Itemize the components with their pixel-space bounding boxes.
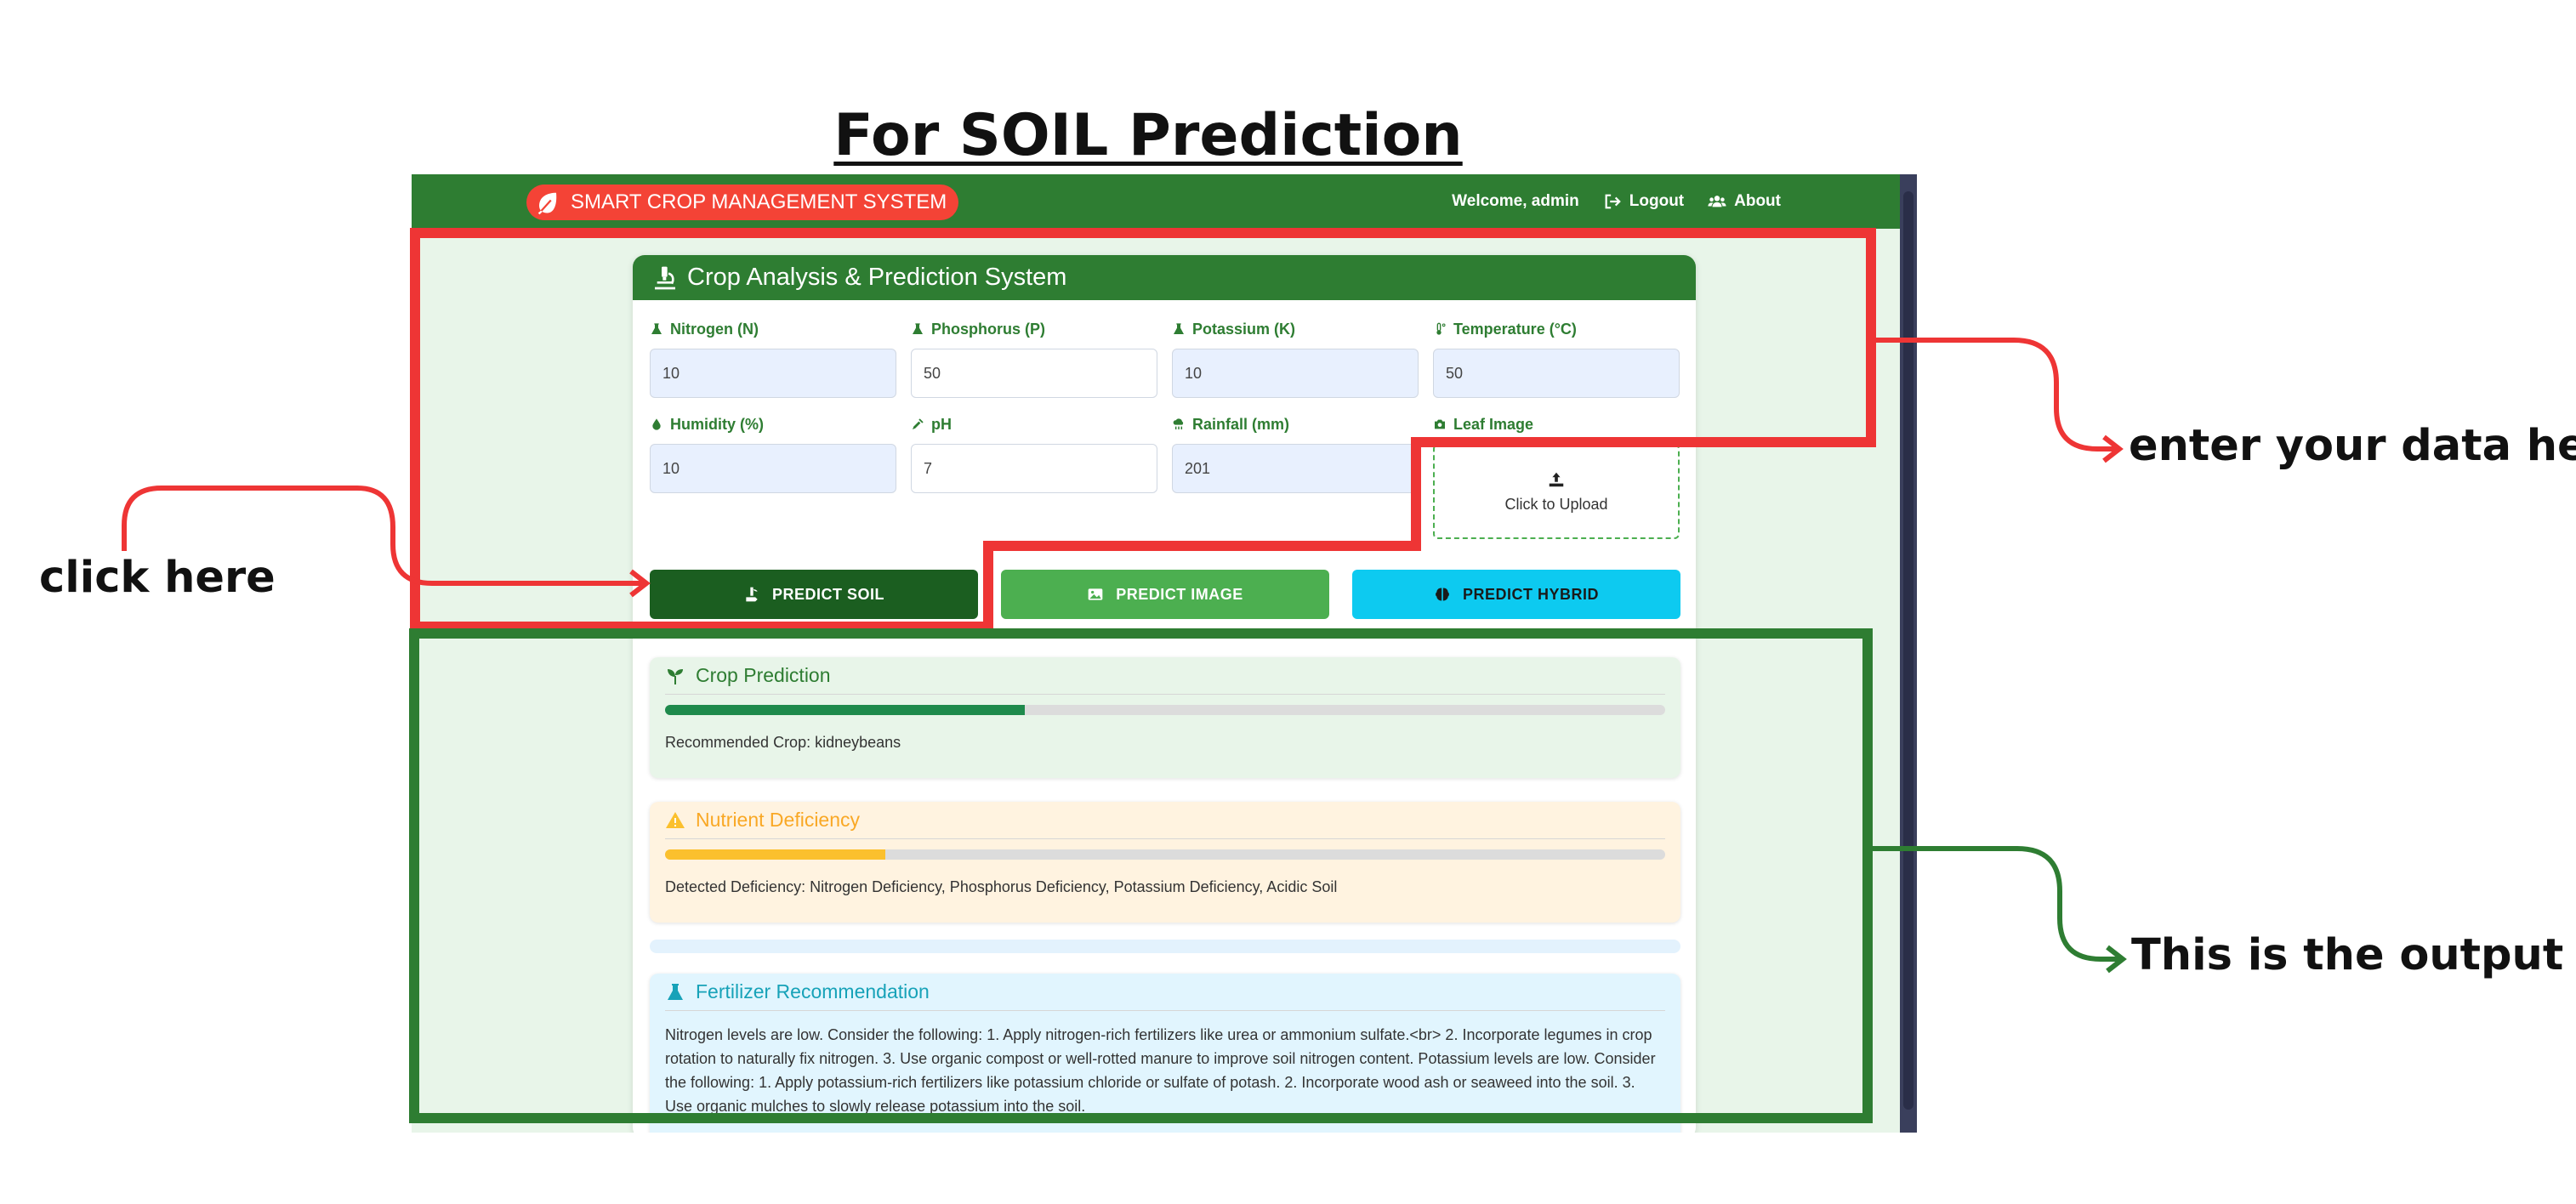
potassium-label: Potassium (K) (1172, 318, 1419, 340)
eyedropper-icon (913, 418, 924, 429)
potassium-label-text: Potassium (K) (1192, 320, 1296, 338)
rainfall-label: Rainfall (mm) (1172, 413, 1419, 435)
fertilizer-recommendation-panel: Fertilizer Recommendation Nitrogen level… (650, 974, 1680, 1133)
nitrogen-field-group: Nitrogen (N) (650, 318, 896, 398)
logout-icon (1605, 194, 1621, 209)
phosphorus-input[interactable] (911, 349, 1157, 398)
brand-name: SMART CROP MANAGEMENT SYSTEM (571, 190, 947, 213)
warning-icon (666, 811, 685, 828)
fertilizer-recommendation-text: Nitrogen levels are low. Consider the fo… (665, 1026, 1656, 1115)
humidity-label: Humidity (%) (650, 413, 896, 435)
phosphorus-label-text: Phosphorus (P) (931, 320, 1045, 338)
potassium-input[interactable] (1172, 349, 1419, 398)
leaf-icon (537, 192, 557, 215)
click-here-annotation: click here (39, 553, 276, 603)
predict-hybrid-label: PREDICT HYBRID (1462, 585, 1599, 603)
predict-image-label: PREDICT IMAGE (1116, 585, 1243, 603)
leaf-upload-dropzone[interactable]: Click to Upload (1433, 444, 1680, 539)
seedling-hand-icon (746, 587, 758, 602)
nitrogen-label: Nitrogen (N) (650, 318, 896, 340)
leaf-image-label-text: Leaf Image (1453, 415, 1534, 433)
crop-prediction-panel: Crop Prediction Recommended Crop: kidney… (650, 657, 1680, 778)
page-heading: For SOIL Prediction (833, 102, 1463, 169)
leaf-image-label: Leaf Image (1433, 413, 1680, 435)
potassium-field-group: Potassium (K) (1172, 318, 1419, 398)
nutrient-progress-bar (665, 849, 1665, 860)
logout-link[interactable]: Logout (1603, 192, 1684, 211)
flask-icon (913, 323, 923, 334)
crop-prediction-title-text: Crop Prediction (696, 664, 831, 686)
rainfall-field-group: Rainfall (mm) (1172, 413, 1419, 493)
nav-right: Welcome, admin Logout About (1452, 174, 1781, 229)
phosphorus-field-group: Phosphorus (P) (911, 318, 1157, 398)
nutrient-deficiency-panel: Nutrient Deficiency Detected Deficiency:… (650, 802, 1680, 923)
ph-label: pH (911, 413, 1157, 435)
image-icon (1088, 588, 1103, 600)
droplet-icon (652, 418, 661, 430)
temperature-label-text: Temperature (°C) (1453, 320, 1577, 338)
card-title: Crop Analysis & Prediction System (687, 264, 1067, 291)
predict-soil-label: PREDICT SOIL (771, 585, 884, 603)
crop-prediction-title: Crop Prediction (665, 657, 1665, 695)
rainfall-label-text: Rainfall (mm) (1192, 415, 1290, 433)
recommended-crop-text: Recommended Crop: kidneybeans (665, 734, 901, 751)
scrollbar[interactable] (1900, 174, 1917, 1133)
nitrogen-label-text: Nitrogen (N) (670, 320, 759, 338)
about-label: About (1734, 192, 1781, 210)
predict-hybrid-button[interactable]: PREDICT HYBRID (1352, 570, 1680, 619)
enter-data-arrowhead (2102, 434, 2124, 463)
ph-field-group: pH (911, 413, 1157, 493)
upload-icon (1549, 472, 1564, 486)
users-icon (1708, 196, 1726, 207)
humidity-input[interactable] (650, 444, 896, 493)
brain-icon (1436, 588, 1449, 601)
humidity-field-group: Humidity (%) (650, 413, 896, 493)
flask-icon (1174, 323, 1184, 334)
nutrient-deficiency-title-text: Nutrient Deficiency (696, 809, 861, 831)
crop-progress-fill (665, 705, 1026, 715)
welcome-text: Welcome, admin (1452, 192, 1579, 210)
temperature-field-group: Temperature (°C) (1433, 318, 1680, 398)
crop-progress-bar (665, 705, 1665, 715)
temperature-input[interactable] (1433, 349, 1680, 398)
upload-text: Click to Upload (1504, 495, 1608, 513)
nutrient-progress-fill (665, 849, 885, 860)
thermometer-icon (1436, 322, 1446, 335)
predict-image-button[interactable]: PREDICT IMAGE (1001, 570, 1329, 619)
logout-label: Logout (1629, 192, 1685, 210)
flask-icon (668, 983, 683, 1000)
temperature-label: Temperature (°C) (1433, 318, 1680, 340)
phosphorus-label: Phosphorus (P) (911, 318, 1157, 340)
nutrient-deficiency-title: Nutrient Deficiency (665, 802, 1665, 839)
fertilizer-recommendation-title-text: Fertilizer Recommendation (696, 980, 930, 1002)
output-arrowhead (2106, 945, 2127, 974)
leaf-image-field-group: Leaf Image Click to Upload (1433, 413, 1680, 539)
app-screenshot: SMART CROP MANAGEMENT SYSTEM Welcome, ad… (412, 174, 1917, 1133)
about-link[interactable]: About (1708, 192, 1781, 211)
brand-badge[interactable]: SMART CROP MANAGEMENT SYSTEM (526, 185, 959, 220)
flask-icon (651, 323, 662, 334)
enter-data-annotation: enter your data here (2129, 421, 2576, 471)
navbar: SMART CROP MANAGEMENT SYSTEM Welcome, ad… (412, 174, 1900, 229)
camera-icon (1435, 419, 1445, 429)
microscope-icon (655, 266, 675, 289)
ph-label-text: pH (931, 415, 952, 433)
fertilizer-recommendation-title: Fertilizer Recommendation (665, 974, 1665, 1011)
blank-result-panel (650, 940, 1680, 953)
seedling-icon (668, 668, 683, 684)
card-header: Crop Analysis & Prediction System (633, 255, 1696, 300)
nitrogen-input[interactable] (650, 349, 896, 398)
predict-soil-button[interactable]: PREDICT SOIL (650, 570, 978, 619)
humidity-label-text: Humidity (%) (670, 415, 764, 433)
ph-input[interactable] (911, 444, 1157, 493)
prediction-card: Crop Analysis & Prediction System Nitrog… (633, 255, 1696, 1133)
output-annotation: This is the output (2131, 930, 2564, 980)
cloud-rain-icon (1173, 418, 1184, 429)
scrollbar-thumb[interactable] (1903, 191, 1914, 1110)
rainfall-input[interactable] (1172, 444, 1419, 493)
detected-deficiency-text: Detected Deficiency: Nitrogen Deficiency… (665, 878, 1338, 895)
